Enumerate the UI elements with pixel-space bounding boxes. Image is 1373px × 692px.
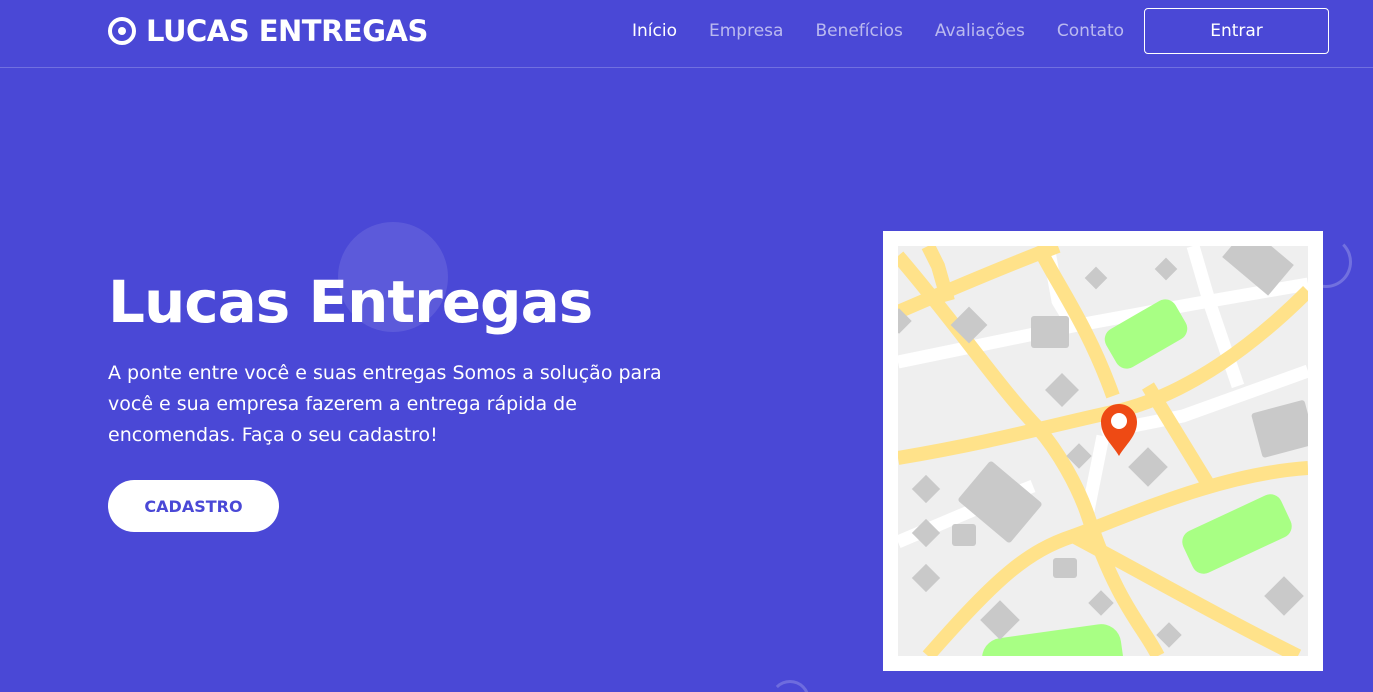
target-icon [108, 17, 136, 45]
nav-link-beneficios[interactable]: Benefícios [799, 21, 918, 41]
nav-link-inicio[interactable]: Início [616, 21, 693, 41]
nav-menu: Início Empresa Benefícios Avaliações Con… [616, 18, 1140, 44]
nav-link-empresa[interactable]: Empresa [693, 21, 799, 41]
hero-title: Lucas Entregas [108, 268, 593, 336]
login-button[interactable]: Entrar [1144, 8, 1329, 54]
brand-name: LUCAS ENTREGAS [146, 14, 428, 48]
signup-button[interactable]: CADASTRO [108, 480, 279, 532]
hero-description: A ponte entre você e suas entregas Somos… [108, 362, 662, 446]
map-illustration [883, 231, 1323, 671]
decorative-arc-bottom [770, 680, 810, 692]
nav-link-contato[interactable]: Contato [1041, 21, 1140, 41]
map-svg [898, 246, 1308, 656]
brand-logo[interactable]: LUCAS ENTREGAS [108, 13, 428, 49]
navbar: LUCAS ENTREGAS Início Empresa Benefícios… [0, 0, 1373, 68]
nav-link-avaliacoes[interactable]: Avaliações [919, 21, 1041, 41]
